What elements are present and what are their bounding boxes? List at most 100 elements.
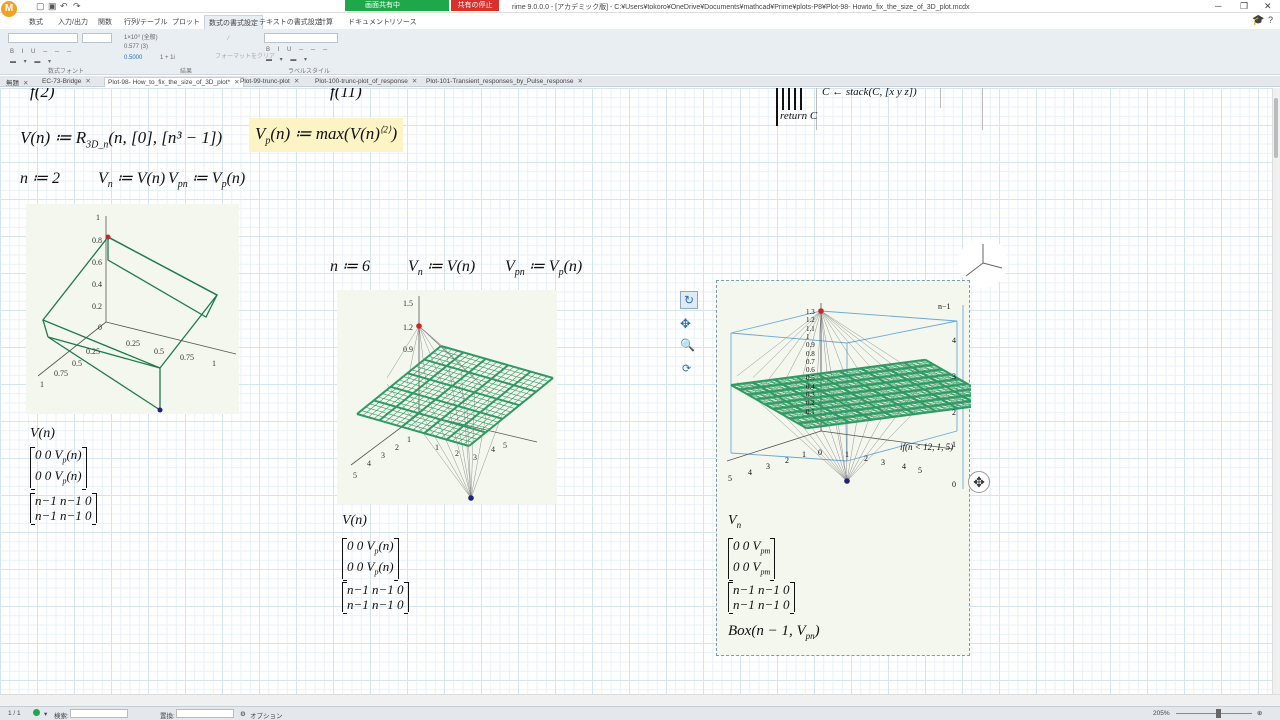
app-logo-icon[interactable]: M [1, 1, 17, 17]
zoom-slider[interactable] [1176, 713, 1252, 714]
close-tab-icon[interactable]: ✕ [294, 78, 299, 85]
font-size-select[interactable] [82, 33, 112, 43]
vp-def-end: ) [391, 124, 398, 143]
ribbon-tab-2[interactable]: 関数 [98, 17, 112, 27]
vp-def-text: V [255, 124, 266, 143]
zoom-plot-icon[interactable]: 🔍 [680, 338, 695, 352]
matrix-c[interactable]: 0 0 Vpm 0 0 Vpm [728, 538, 776, 582]
format-decimals[interactable]: 0.577 (3) [124, 44, 148, 50]
ribbon-tab-6[interactable]: テキストの書式設定 [259, 17, 322, 27]
label-style-buttons[interactable]: B I U ─ ─ ─ [266, 47, 330, 53]
vpn-definition-2[interactable]: Vpn ≔ Vp(n) [505, 256, 582, 278]
search-label: 検索: [54, 713, 69, 720]
ribbon-tab-8[interactable]: ドキュメント [348, 17, 390, 27]
matrix-b-2[interactable]: n−1 n−1 0 n−1 n−1 0 [342, 582, 409, 614]
ribbon-tab-9[interactable]: リソース [389, 17, 417, 27]
plot-3d-box-n2[interactable]: 1 0.8 0.6 0.4 0.2 0 0.25 0.5 0.75 1 0.25… [26, 204, 239, 414]
label-style-select[interactable] [264, 33, 338, 43]
document-tab[interactable]: Plot-99-trunc-plot ✕ [240, 77, 299, 87]
rotate-plot-icon[interactable]: ↻ [680, 291, 698, 309]
n-equals-6[interactable]: n ≔ 6 [330, 256, 370, 276]
format-general[interactable]: 1×10⁰ (全般) [124, 32, 158, 41]
ribbon-tab-1[interactable]: 入力/出力 [58, 17, 88, 27]
matrix-a-1[interactable]: 0 0 Vp(n) 0 0 Vp(n) [30, 447, 87, 491]
options-label[interactable]: オプション [250, 710, 283, 720]
save-icon[interactable]: ▣ [48, 1, 57, 12]
p3-ytick: 1 [806, 332, 810, 341]
return-line[interactable]: return C [780, 110, 817, 122]
close-tab-icon[interactable]: ✕ [23, 80, 28, 87]
v-definition[interactable]: V(n) ≔ R3D_n(n, [0], [n³ − 1]) [20, 128, 222, 150]
program-fragment[interactable]: C ← stack(C, [x y z]) return C [776, 88, 986, 130]
matrix-b-1[interactable]: n−1 n−1 0 n−1 n−1 0 [30, 493, 97, 525]
zoom-in-icon[interactable]: ⊕ [1257, 709, 1262, 717]
v-label-2[interactable]: V(n) [342, 513, 367, 529]
search-input[interactable] [70, 709, 128, 718]
restore-icon[interactable]: ❐ [1240, 1, 1248, 12]
v-label-1[interactable]: V(n) [30, 426, 55, 442]
font-family-select[interactable] [8, 33, 78, 43]
close-tab-icon[interactable]: ✕ [412, 78, 417, 85]
options-icon[interactable]: ⚙ [240, 710, 246, 718]
label-color-buttons[interactable]: ▬ ▾ ▬ ▾ [266, 56, 310, 63]
format-precision[interactable]: 0.5000 [124, 55, 142, 61]
f11-expression[interactable]: f(11) [330, 88, 362, 102]
vp-definition[interactable]: Vp(n) ≔ max(V(n)⟨2⟩) [249, 118, 404, 153]
new-file-icon[interactable]: ▢ [36, 1, 45, 12]
move-handle-icon[interactable]: ✥ [968, 471, 990, 493]
close-icon[interactable]: ✕ [1264, 1, 1272, 12]
document-tab[interactable]: Plot-98- How_to_fix_the_size_of_3D_plot*… [104, 77, 244, 87]
mat-b2-row: n−1 n−1 0 [347, 597, 404, 612]
document-tab[interactable]: EC-73-Bridge ✕ [42, 77, 91, 87]
ribbon-tab-7[interactable]: 計算 [319, 17, 333, 27]
close-tab-icon[interactable]: ✕ [234, 79, 239, 86]
matrix-a-2[interactable]: 0 0 Vp(n) 0 0 Vp(n) [342, 538, 399, 582]
vn-definition-2[interactable]: Vn ≔ V(n) [408, 256, 475, 278]
help-icon[interactable]: ? [1268, 15, 1273, 25]
stop-sharing-button[interactable]: 共有の停止 [451, 0, 499, 11]
scroll-thumb[interactable] [1274, 98, 1278, 158]
horizontal-scrollbar[interactable] [0, 694, 1280, 706]
vpn-definition-1[interactable]: Vpn ≔ Vp(n) [168, 168, 245, 190]
p3-ytick: 0.7 [806, 357, 815, 366]
vn-label[interactable]: Vn [728, 513, 741, 530]
p1-xtick: 0.5 [154, 347, 164, 356]
vpn-rest: ≔ V [187, 170, 222, 187]
format-complex[interactable]: 1 + 1i [160, 55, 175, 61]
p3-ztick: 2 [785, 456, 789, 465]
document-tab[interactable]: Plot-100-trunc-plot_of_response ✕ [315, 77, 417, 87]
vp-def-sup: ⟨2⟩ [379, 124, 392, 135]
brush-icon[interactable]: ⁄ [228, 36, 229, 42]
if-expression[interactable]: if(n < 12, 1, 5) [900, 442, 953, 452]
pan-plot-icon[interactable]: ✥ [680, 316, 691, 332]
font-style-buttons[interactable]: B I U ─ ─ ─ [10, 49, 74, 55]
zoom-slider-thumb[interactable] [1216, 709, 1221, 718]
replace-input[interactable] [176, 709, 234, 718]
p1-xtick: 0.25 [126, 339, 140, 348]
document-tab[interactable]: 無題 ✕ [6, 77, 28, 87]
close-tab-icon[interactable]: ✕ [578, 78, 583, 85]
font-color-buttons[interactable]: ▬ ▾ ▬ ▾ [10, 58, 54, 65]
close-tab-icon[interactable]: ✕ [85, 78, 90, 85]
box-expression[interactable]: Box(n − 1, Vpn) [728, 623, 820, 641]
redo-icon[interactable]: ↷ [73, 1, 81, 12]
worksheet[interactable]: f(2) f(11) C ← stack(C, [x y z]) return … [0, 88, 1272, 694]
vertical-scrollbar[interactable] [1272, 88, 1280, 694]
stack-line[interactable]: C ← stack(C, [x y z]) [822, 88, 917, 98]
graduation-cap-icon[interactable]: 🎓 [1252, 15, 1264, 26]
reset-plot-icon[interactable]: ⟳ [682, 362, 691, 375]
undo-icon[interactable]: ↶ [60, 1, 68, 12]
ribbon-tab-4[interactable]: プロット [172, 17, 200, 27]
matrix-d[interactable]: n−1 n−1 0 n−1 n−1 0 [728, 582, 795, 614]
ribbon-tab-5[interactable]: 数式の書式設定 [204, 15, 263, 29]
f2-expression[interactable]: f(2) [30, 88, 55, 102]
n-equals-2[interactable]: n ≔ 2 [20, 168, 60, 188]
plot-3d-surface-n6[interactable]: 1.5 1.2 0.9 1 2 3 4 5 5 4 3 2 1 [337, 290, 557, 504]
box-expr-text: Box(n − 1, V [728, 623, 806, 639]
ribbon-tab-0[interactable]: 数式 [29, 17, 43, 27]
dropdown-icon[interactable]: ▾ [44, 710, 47, 718]
vn-definition-1[interactable]: Vn ≔ V(n) [98, 168, 165, 190]
ribbon-tab-3[interactable]: 行列/テーブル [124, 17, 168, 27]
minimize-icon[interactable]: ─ [1215, 1, 1221, 11]
document-tab[interactable]: Plot-101-Transient_responses_by_Pulse_re… [426, 77, 583, 87]
